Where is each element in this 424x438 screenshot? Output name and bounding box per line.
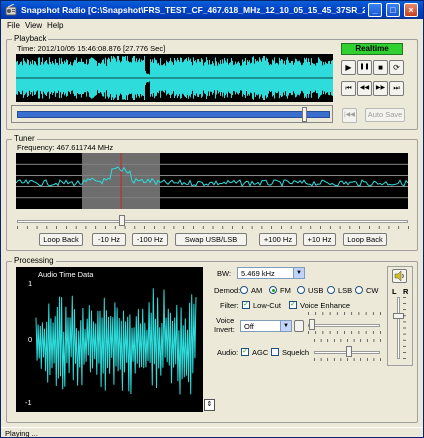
low-cut-label: Low-Cut bbox=[253, 301, 281, 310]
demod-lsb-radio[interactable] bbox=[327, 286, 335, 294]
minimize-button[interactable]: _ bbox=[368, 3, 382, 17]
chevron-down-icon: ▼ bbox=[293, 268, 304, 278]
squelch-label: Squelch bbox=[282, 348, 310, 357]
menu-file[interactable]: File bbox=[7, 21, 20, 30]
menu-bar: File View Help bbox=[1, 19, 423, 33]
playback-waveform[interactable] bbox=[16, 54, 333, 102]
voice-invert-ticks-bottom bbox=[308, 331, 381, 334]
volume-slider-track[interactable] bbox=[397, 297, 400, 359]
demod-cw-radio[interactable] bbox=[355, 286, 363, 294]
tuner-slider-ticks bbox=[17, 226, 409, 229]
plus-100hz-button[interactable]: +100 Hz bbox=[259, 233, 297, 246]
tuner-slider-thumb[interactable] bbox=[119, 215, 125, 226]
auto-save-button[interactable]: Auto Save bbox=[365, 108, 405, 122]
scope-zoom-icon[interactable]: ⇕ bbox=[204, 399, 215, 411]
skip-start-button[interactable]: ⏮ bbox=[341, 81, 356, 96]
volume-right-label: R bbox=[403, 287, 409, 296]
playback-trace bbox=[16, 56, 333, 100]
stop-button[interactable]: ■ bbox=[373, 60, 388, 75]
playback-position-track[interactable] bbox=[17, 111, 330, 118]
title-bar[interactable]: Snapshot Radio [C:\Snapshot\FRS_TEST_CF_… bbox=[1, 1, 423, 19]
processing-label: Processing bbox=[12, 256, 56, 265]
play-button[interactable]: ▶ bbox=[341, 60, 356, 75]
playback-time: Time: 2012/10/05 15:46:08.876 [27.776 Se… bbox=[17, 44, 166, 53]
audio-label: Audio: bbox=[217, 348, 239, 357]
pause-button[interactable]: ❚❚ bbox=[357, 60, 372, 75]
close-button[interactable]: × bbox=[404, 3, 418, 17]
voice-invert-apply-button[interactable] bbox=[294, 320, 304, 332]
voice-enhance-label: Voice Enhance bbox=[300, 301, 351, 310]
demod-cw-label: CW bbox=[366, 286, 379, 295]
audio-scope-svg bbox=[35, 288, 197, 395]
status-text: Playing ... bbox=[5, 429, 38, 438]
spectrum-grid bbox=[16, 163, 408, 199]
squelch-checkbox[interactable] bbox=[271, 348, 279, 356]
tuner-frequency: Frequency: 467.611744 MHz bbox=[17, 143, 114, 152]
demod-fm-label: FM bbox=[280, 286, 291, 295]
window-title: Snapshot Radio [C:\Snapshot\FRS_TEST_CF_… bbox=[21, 5, 365, 15]
spectrum-svg bbox=[16, 153, 408, 209]
bw-value: 5.469 kHz bbox=[241, 269, 275, 278]
bw-select[interactable]: 5.469 kHz ▼ bbox=[237, 267, 305, 279]
voice-invert-select[interactable]: Off ▼ bbox=[240, 320, 292, 332]
playback-label: Playback bbox=[12, 34, 49, 43]
status-bar: Playing ... bbox=[1, 427, 423, 438]
app-window: Snapshot Radio [C:\Snapshot\FRS_TEST_CF_… bbox=[0, 0, 424, 438]
radio-app-icon bbox=[5, 4, 17, 16]
minus-10hz-button[interactable]: -10 Hz bbox=[92, 233, 126, 246]
tuner-label: Tuner bbox=[12, 134, 37, 143]
demod-label: Demod: bbox=[214, 286, 241, 295]
audio-trace bbox=[35, 288, 197, 395]
plus-10hz-button[interactable]: +10 Hz bbox=[303, 233, 336, 246]
voice-invert-label-1: Voice bbox=[216, 316, 235, 325]
demod-usb-radio[interactable] bbox=[297, 286, 305, 294]
agc-label: AGC bbox=[252, 348, 269, 357]
tuner-slider-track[interactable] bbox=[17, 220, 408, 223]
demod-lsb-label: LSB bbox=[338, 286, 353, 295]
rewind-button[interactable]: ◀◀ bbox=[357, 81, 372, 96]
demod-am-label: AM bbox=[251, 286, 263, 295]
demod-am-radio[interactable] bbox=[240, 286, 248, 294]
spectrum-display[interactable] bbox=[16, 153, 408, 209]
squelch-slider-thumb[interactable] bbox=[346, 346, 352, 357]
playback-waveform-svg bbox=[16, 56, 333, 100]
demod-fm-radio[interactable] bbox=[269, 286, 277, 294]
loop-back-left-button[interactable]: Loop Back bbox=[39, 233, 83, 246]
squelch-ticks-top bbox=[314, 339, 381, 342]
maximize-button[interactable]: □ bbox=[386, 3, 400, 17]
menu-help[interactable]: Help bbox=[47, 21, 63, 30]
skip-end-button[interactable]: ⏭ bbox=[389, 81, 404, 96]
agc-checkbox[interactable]: ✓ bbox=[241, 348, 249, 356]
loop-button[interactable]: ⟳ bbox=[389, 60, 404, 75]
audio-scope[interactable]: Audio Time Data 1 0 -1 bbox=[16, 267, 203, 412]
voice-invert-slider-track[interactable] bbox=[308, 324, 380, 327]
swap-usb-lsb-button[interactable]: Swap USB/LSB bbox=[175, 233, 247, 246]
loop-back-right-button[interactable]: Loop Back bbox=[343, 233, 387, 246]
realtime-indicator[interactable]: Realtime bbox=[341, 43, 403, 55]
voice-invert-label-2: Invert: bbox=[214, 325, 235, 334]
voice-invert-slider-thumb[interactable] bbox=[309, 319, 315, 330]
bw-label: BW: bbox=[217, 269, 232, 278]
squelch-ticks-bottom bbox=[314, 358, 381, 361]
speaker-icon[interactable] bbox=[392, 269, 407, 283]
filter-label: Filter: bbox=[220, 301, 239, 310]
frame-step-button[interactable]: |◀◀ bbox=[342, 108, 357, 123]
low-cut-checkbox[interactable]: ✓ bbox=[242, 301, 250, 309]
volume-ticks bbox=[403, 297, 406, 359]
volume-left-label: L bbox=[392, 287, 397, 296]
spectrum-trace bbox=[16, 166, 408, 188]
minus-100hz-button[interactable]: -100 Hz bbox=[132, 233, 168, 246]
voice-enhance-checkbox[interactable]: ✓ bbox=[289, 301, 297, 309]
voice-invert-value: Off bbox=[244, 322, 254, 331]
demod-usb-label: USB bbox=[308, 286, 324, 295]
playback-position-thumb[interactable] bbox=[302, 107, 307, 122]
chevron-down-icon: ▼ bbox=[280, 321, 291, 331]
voice-invert-ticks-top bbox=[308, 312, 381, 315]
fast-forward-button[interactable]: ▶▶ bbox=[373, 81, 388, 96]
menu-view[interactable]: View bbox=[25, 21, 42, 30]
